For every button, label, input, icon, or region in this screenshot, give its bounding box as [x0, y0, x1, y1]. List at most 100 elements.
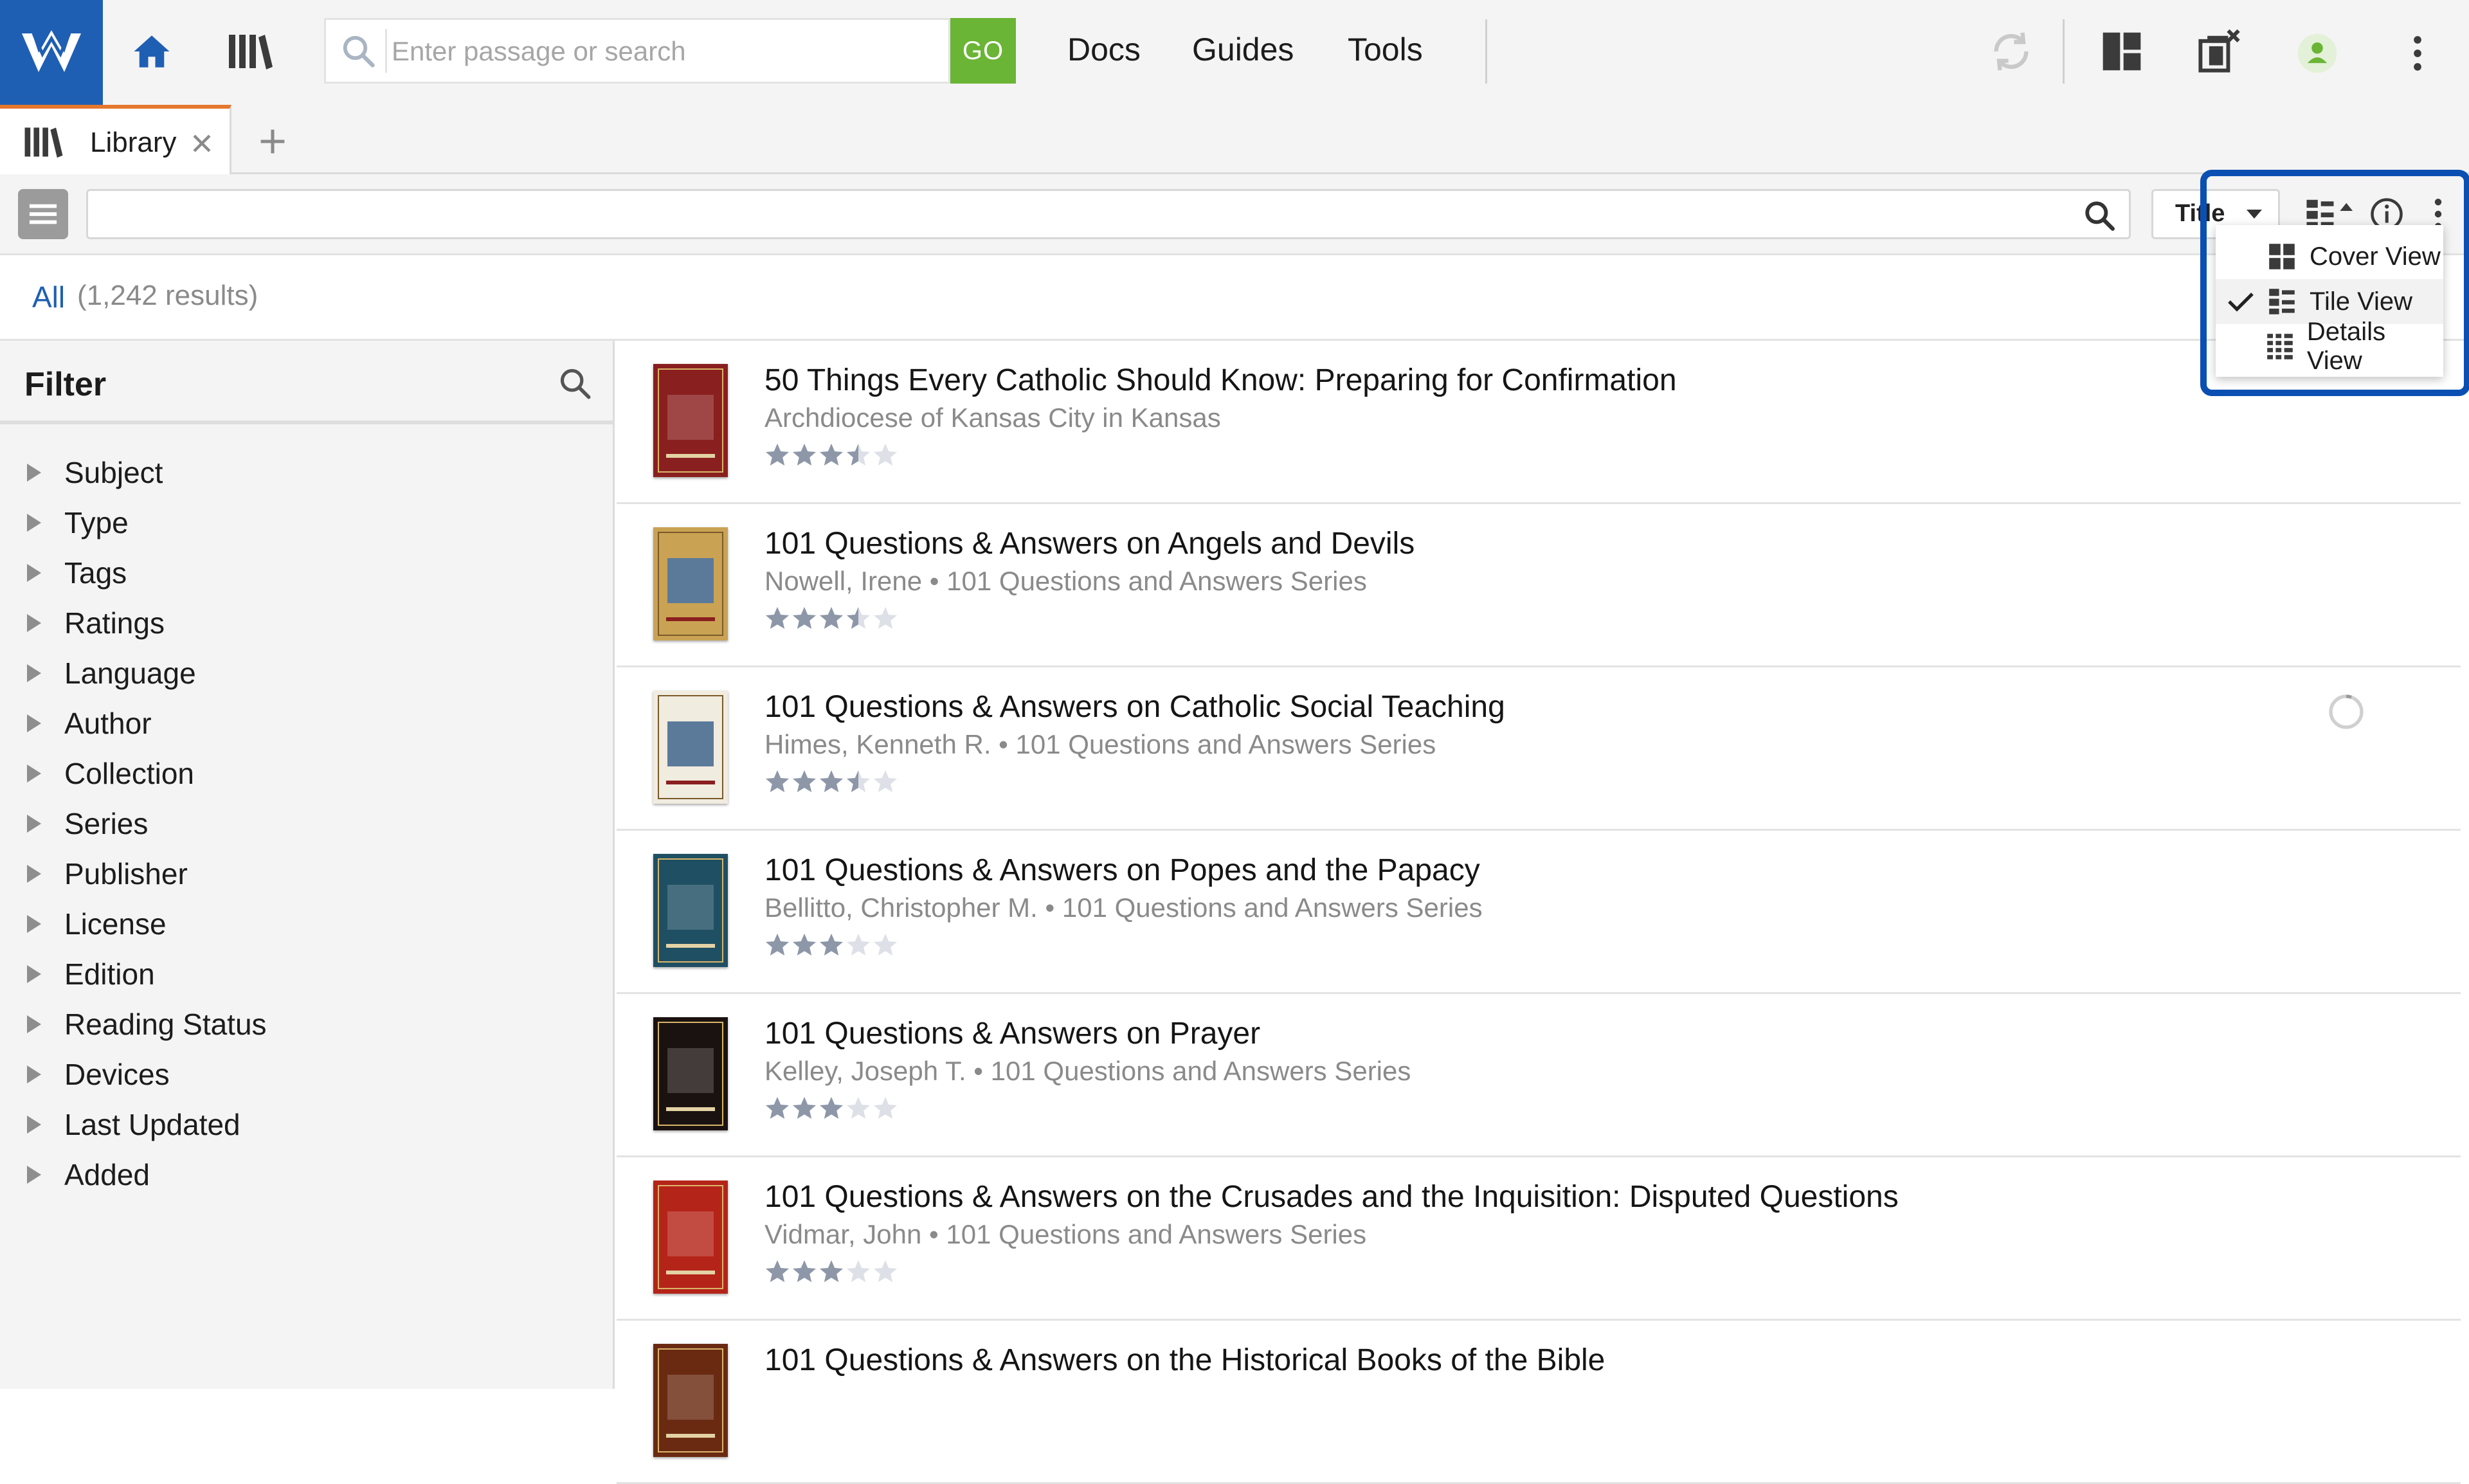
facet-author[interactable]: Author — [0, 701, 579, 746]
facet-type[interactable]: Type — [0, 500, 579, 545]
star-rating[interactable] — [764, 764, 906, 800]
facet-license[interactable]: License — [0, 901, 579, 946]
facet-series[interactable]: Series — [0, 801, 579, 846]
close-panels-icon[interactable] — [2194, 26, 2245, 77]
expand-triangle-icon — [27, 1166, 41, 1184]
book-title[interactable]: 101 Questions & Answers on the Crusades … — [764, 1179, 1899, 1215]
book-row[interactable]: 101 Questions & Answers on the Historica… — [617, 1321, 2461, 1484]
logo-icon — [22, 30, 81, 72]
book-title[interactable]: 101 Questions & Answers on the Historica… — [764, 1343, 1605, 1378]
expand-triangle-icon — [27, 514, 41, 532]
more-options-icon[interactable] — [2403, 32, 2432, 75]
cover-art-icon — [658, 1022, 723, 1126]
results-count: (1,242 results) — [77, 280, 258, 311]
star-rating[interactable] — [764, 927, 906, 963]
facet-reading-status[interactable]: Reading Status — [0, 1002, 579, 1047]
book-author-series: Himes, Kenneth R. • 101 Questions and An… — [764, 729, 1436, 759]
search-icon — [338, 30, 379, 71]
app-logo[interactable] — [0, 0, 103, 105]
facet-devices[interactable]: Devices — [0, 1052, 579, 1097]
book-title[interactable]: 101 Questions & Answers on Prayer — [764, 1016, 1260, 1051]
facet-language[interactable]: Language — [0, 651, 579, 696]
facet-label: Devices — [64, 1058, 170, 1091]
chevron-down-icon — [2243, 205, 2265, 224]
library-icon[interactable] — [226, 26, 275, 77]
cover-art-icon — [658, 858, 723, 963]
star-rating[interactable] — [764, 601, 906, 637]
book-cover[interactable] — [653, 1017, 728, 1130]
book-title[interactable]: 101 Questions & Answers on Catholic Soci… — [764, 689, 1505, 725]
book-cover[interactable] — [653, 1181, 728, 1294]
facet-added[interactable]: Added — [0, 1152, 579, 1197]
tab-library[interactable]: Library — [0, 105, 231, 174]
expand-triangle-icon — [27, 815, 41, 833]
scope-all-link[interactable]: All — [32, 280, 65, 314]
facet-label: Ratings — [64, 606, 165, 640]
tab-label: Library — [90, 127, 177, 158]
user-avatar[interactable] — [2293, 32, 2342, 75]
cover-art-icon — [658, 1185, 723, 1289]
expand-triangle-icon — [27, 965, 41, 983]
facet-publisher[interactable]: Publisher — [0, 851, 579, 896]
expand-triangle-icon — [27, 564, 41, 582]
facet-tags[interactable]: Tags — [0, 550, 579, 595]
expand-triangle-icon — [27, 1015, 41, 1033]
book-title[interactable]: 101 Questions & Answers on Popes and the… — [764, 853, 1480, 888]
facet-edition[interactable]: Edition — [0, 952, 579, 997]
facet-label: Reading Status — [64, 1008, 267, 1041]
hamburger-menu-button[interactable] — [18, 189, 68, 239]
menu-item-cover-view[interactable]: Cover View — [2216, 234, 2443, 279]
expand-triangle-icon — [27, 765, 41, 783]
star-rating[interactable] — [764, 1254, 906, 1290]
facet-label: Language — [64, 656, 196, 690]
book-row[interactable]: 101 Questions & Answers on Angels and De… — [617, 504, 2461, 667]
menu-item-label: Cover View — [2310, 242, 2441, 271]
book-cover[interactable] — [653, 1344, 728, 1457]
book-title[interactable]: 50 Things Every Catholic Should Know: Pr… — [764, 363, 1677, 398]
book-row[interactable]: 101 Questions & Answers on Popes and the… — [617, 831, 2461, 994]
book-row[interactable]: 101 Questions & Answers on Catholic Soci… — [617, 667, 2461, 831]
filter-search-icon[interactable] — [554, 363, 595, 404]
menu-item-label: Tile View — [2310, 287, 2413, 316]
book-row[interactable]: 101 Questions & Answers on Prayer Kelley,… — [617, 994, 2461, 1157]
facet-subject[interactable]: Subject — [0, 450, 579, 495]
layout-icon[interactable] — [2097, 27, 2146, 76]
star-icon — [766, 934, 897, 955]
book-author-series: Vidmar, John • 101 Questions and Answers… — [764, 1219, 1367, 1249]
nav-tools[interactable]: Tools — [1348, 31, 1423, 68]
facet-label: Tags — [64, 556, 127, 590]
close-tab-icon[interactable] — [188, 129, 216, 158]
facet-last-updated[interactable]: Last Updated — [0, 1102, 579, 1147]
star-rating[interactable] — [764, 1090, 906, 1127]
passage-search-box[interactable] — [324, 18, 950, 84]
menu-item-details-view[interactable]: Details View — [2216, 318, 2443, 375]
cover-art-icon — [658, 532, 723, 636]
add-tab-icon[interactable] — [252, 121, 293, 162]
book-cover[interactable] — [653, 364, 728, 477]
home-icon[interactable] — [129, 26, 175, 77]
library-search-box[interactable] — [86, 189, 2131, 239]
passage-search-input[interactable] — [390, 20, 946, 83]
sync-icon[interactable] — [1987, 27, 2036, 76]
menu-item-label: Details View — [2306, 318, 2386, 375]
book-row[interactable]: 50 Things Every Catholic Should Know: Pr… — [617, 341, 2461, 504]
nav-guides[interactable]: Guides — [1192, 31, 1294, 68]
expand-triangle-icon — [27, 1065, 41, 1083]
facet-label: Subject — [64, 456, 163, 489]
book-cover[interactable] — [653, 691, 728, 804]
book-title[interactable]: 101 Questions & Answers on Angels and De… — [764, 526, 1415, 561]
details-list-icon — [2264, 330, 2295, 363]
library-search-input[interactable] — [101, 191, 2071, 239]
results-bar: All (1,242 results) — [0, 255, 2469, 341]
book-cover[interactable] — [653, 527, 728, 640]
facet-collection[interactable]: Collection — [0, 751, 579, 796]
filter-header: Filter — [0, 341, 613, 424]
go-button[interactable]: GO — [950, 18, 1016, 84]
library-search-icon[interactable] — [2081, 197, 2117, 233]
nav-docs[interactable]: Docs — [1067, 31, 1141, 68]
book-row[interactable]: 101 Questions & Answers on the Crusades … — [617, 1157, 2461, 1321]
facet-ratings[interactable]: Ratings — [0, 601, 579, 646]
star-rating[interactable] — [764, 437, 906, 473]
check-icon — [2216, 285, 2266, 318]
book-cover[interactable] — [653, 854, 728, 967]
